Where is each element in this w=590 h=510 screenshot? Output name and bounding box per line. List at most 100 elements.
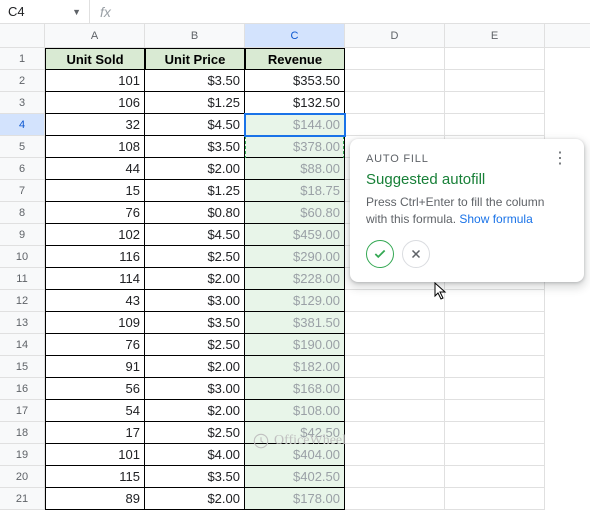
cell-unit-price[interactable]: $2.50 — [145, 422, 245, 444]
cell-unit-sold[interactable]: 102 — [45, 224, 145, 246]
cell-revenue[interactable]: $42.50 — [245, 422, 345, 444]
cell-empty[interactable] — [345, 114, 445, 136]
cell-unit-sold[interactable]: 101 — [45, 70, 145, 92]
cell-empty[interactable] — [345, 312, 445, 334]
cell-unit-price[interactable]: $2.00 — [145, 356, 245, 378]
cell-revenue[interactable]: $459.00 — [245, 224, 345, 246]
cell-empty[interactable] — [345, 92, 445, 114]
cell-unit-sold[interactable]: 89 — [45, 488, 145, 510]
cell-unit-price[interactable]: $4.50 — [145, 224, 245, 246]
cell-unit-sold[interactable]: 116 — [45, 246, 145, 268]
cell-empty[interactable] — [445, 356, 545, 378]
cell-unit-price[interactable]: $0.80 — [145, 202, 245, 224]
row-header[interactable]: 21 — [0, 488, 45, 510]
cell-unit-sold[interactable]: 43 — [45, 290, 145, 312]
cell-empty[interactable] — [445, 444, 545, 466]
cell-unit-price[interactable]: $3.50 — [145, 466, 245, 488]
cell-unit-price[interactable]: $2.50 — [145, 246, 245, 268]
cell-empty[interactable] — [445, 400, 545, 422]
cell-empty[interactable] — [445, 488, 545, 510]
cell-empty[interactable] — [345, 70, 445, 92]
more-icon[interactable]: ⋮ — [552, 153, 568, 165]
cell-empty[interactable] — [345, 488, 445, 510]
cell-revenue[interactable]: $88.00 — [245, 158, 345, 180]
cell-revenue[interactable]: $353.50 — [245, 70, 345, 92]
cell-empty[interactable] — [445, 334, 545, 356]
cell-revenue[interactable]: $378.00 — [245, 136, 345, 158]
row-header[interactable]: 7 — [0, 180, 45, 202]
row-header[interactable]: 15 — [0, 356, 45, 378]
cell-unit-sold[interactable]: 114 — [45, 268, 145, 290]
row-header[interactable]: 20 — [0, 466, 45, 488]
col-header-e[interactable]: E — [445, 24, 545, 47]
cell-unit-price[interactable]: $2.00 — [145, 268, 245, 290]
cell-unit-sold[interactable]: 76 — [45, 202, 145, 224]
cell-unit-price[interactable]: $1.25 — [145, 92, 245, 114]
show-formula-link[interactable]: Show formula — [459, 212, 532, 226]
cell-empty[interactable] — [345, 290, 445, 312]
cell-empty[interactable] — [345, 48, 445, 70]
row-header[interactable]: 18 — [0, 422, 45, 444]
row-header[interactable]: 12 — [0, 290, 45, 312]
row-header[interactable]: 16 — [0, 378, 45, 400]
cell-unit-price[interactable]: $4.00 — [145, 444, 245, 466]
table-header-cell[interactable]: Revenue — [245, 48, 345, 70]
cell-unit-sold[interactable]: 91 — [45, 356, 145, 378]
cell-unit-price[interactable]: $3.50 — [145, 312, 245, 334]
cell-revenue[interactable]: $108.00 — [245, 400, 345, 422]
row-header[interactable]: 19 — [0, 444, 45, 466]
row-header[interactable]: 1 — [0, 48, 45, 70]
cell-revenue[interactable]: $228.00 — [245, 268, 345, 290]
cell-empty[interactable] — [445, 290, 545, 312]
col-header-b[interactable]: B — [145, 24, 245, 47]
cell-empty[interactable] — [345, 378, 445, 400]
accept-button[interactable] — [366, 240, 394, 268]
cell-unit-sold[interactable]: 44 — [45, 158, 145, 180]
cell-revenue[interactable]: $60.80 — [245, 202, 345, 224]
cell-unit-sold[interactable]: 54 — [45, 400, 145, 422]
select-all-corner[interactable] — [0, 24, 45, 47]
cell-unit-price[interactable]: $3.50 — [145, 136, 245, 158]
cell-empty[interactable] — [345, 422, 445, 444]
cell-unit-price[interactable]: $2.00 — [145, 158, 245, 180]
cell-unit-sold[interactable]: 17 — [45, 422, 145, 444]
cell-empty[interactable] — [345, 444, 445, 466]
table-header-cell[interactable]: Unit Price — [145, 48, 245, 70]
cell-revenue[interactable]: $290.00 — [245, 246, 345, 268]
cell-revenue[interactable]: $402.50 — [245, 466, 345, 488]
cell-empty[interactable] — [345, 334, 445, 356]
cell-revenue[interactable]: $168.00 — [245, 378, 345, 400]
cell-empty[interactable] — [445, 466, 545, 488]
cell-unit-price[interactable]: $3.00 — [145, 378, 245, 400]
cell-empty[interactable] — [445, 422, 545, 444]
row-header[interactable]: 10 — [0, 246, 45, 268]
cell-empty[interactable] — [445, 312, 545, 334]
row-header[interactable]: 14 — [0, 334, 45, 356]
cell-revenue[interactable]: $129.00 — [245, 290, 345, 312]
name-box[interactable]: C4 ▼ — [0, 0, 90, 23]
reject-button[interactable] — [402, 240, 430, 268]
col-header-d[interactable]: D — [345, 24, 445, 47]
row-header[interactable]: 2 — [0, 70, 45, 92]
cell-revenue[interactable]: $178.00 — [245, 488, 345, 510]
row-header[interactable]: 9 — [0, 224, 45, 246]
col-header-a[interactable]: A — [45, 24, 145, 47]
row-header[interactable]: 13 — [0, 312, 45, 334]
cell-empty[interactable] — [445, 92, 545, 114]
row-header[interactable]: 8 — [0, 202, 45, 224]
cell-unit-price[interactable]: $1.25 — [145, 180, 245, 202]
cell-empty[interactable] — [445, 70, 545, 92]
chevron-down-icon[interactable]: ▼ — [72, 7, 81, 17]
row-header[interactable]: 4 — [0, 114, 45, 136]
cell-empty[interactable] — [445, 48, 545, 70]
cell-unit-sold[interactable]: 115 — [45, 466, 145, 488]
row-header[interactable]: 6 — [0, 158, 45, 180]
cell-unit-price[interactable]: $2.00 — [145, 400, 245, 422]
cell-revenue[interactable]: $182.00 — [245, 356, 345, 378]
cell-revenue[interactable]: $144.00 — [245, 114, 345, 136]
cell-unit-price[interactable]: $3.50 — [145, 70, 245, 92]
cell-unit-sold[interactable]: 101 — [45, 444, 145, 466]
cell-revenue[interactable]: $132.50 — [245, 92, 345, 114]
cell-empty[interactable] — [345, 400, 445, 422]
cell-revenue[interactable]: $381.50 — [245, 312, 345, 334]
